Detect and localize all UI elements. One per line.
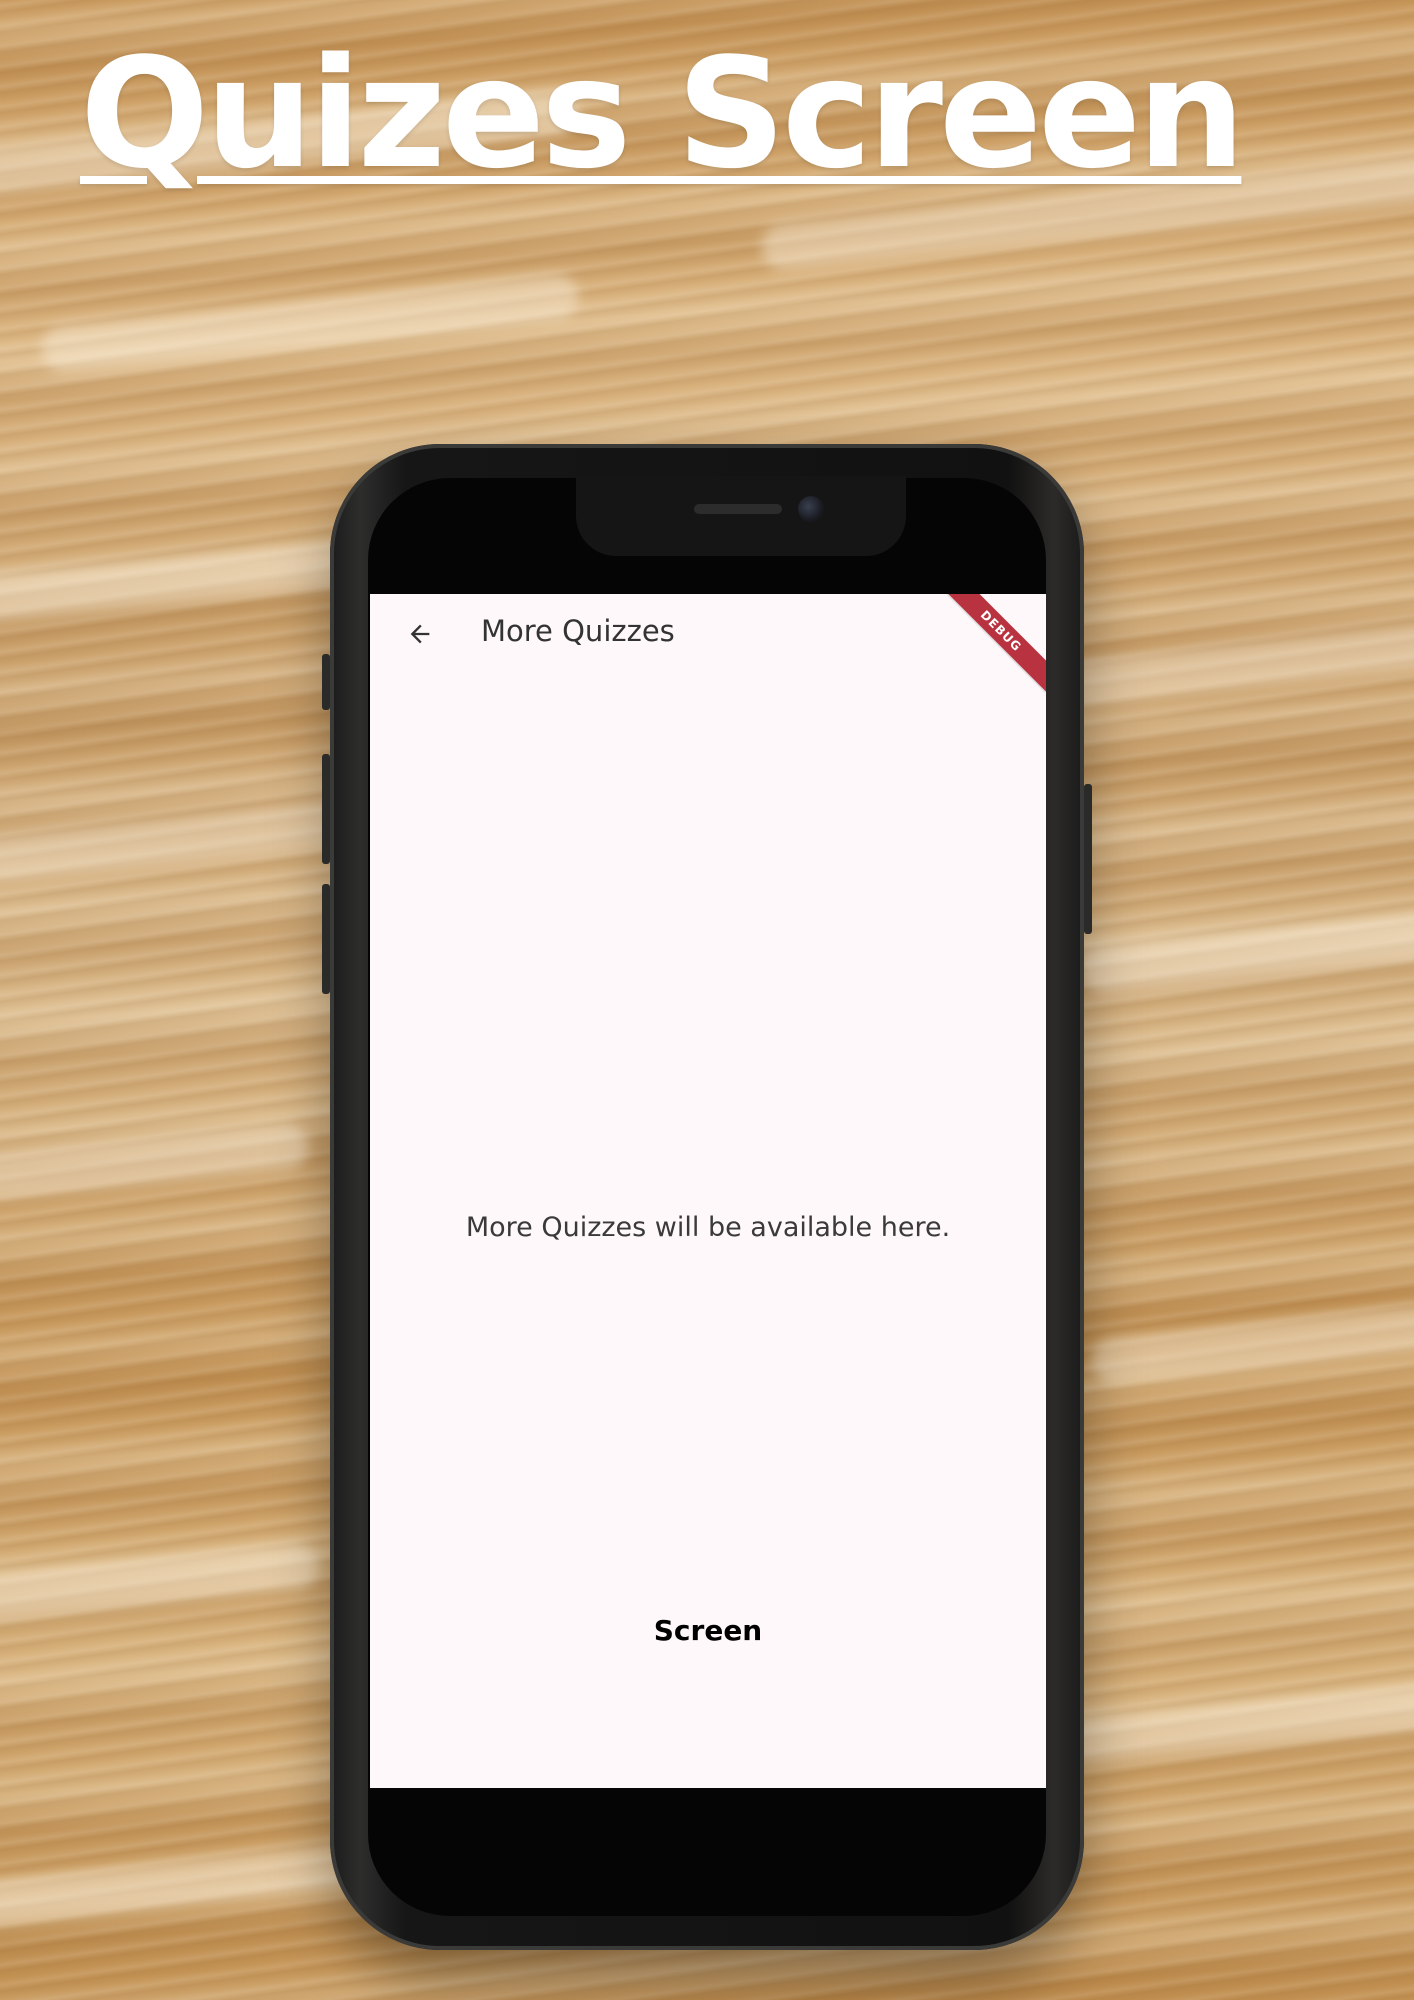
arrow-left-icon bbox=[410, 624, 430, 644]
screen-caption: Screen bbox=[653, 1614, 763, 1647]
earpiece-speaker bbox=[694, 504, 782, 514]
mute-switch bbox=[322, 654, 330, 710]
app-screen: More Quizzes DEBUG More Quizzes will be … bbox=[370, 594, 1046, 1788]
phone-notch bbox=[576, 476, 906, 556]
back-button[interactable] bbox=[398, 612, 442, 656]
empty-state-message: More Quizzes will be available here. bbox=[465, 1212, 951, 1243]
volume-up-button bbox=[322, 754, 330, 864]
front-camera bbox=[798, 496, 824, 522]
app-bar: More Quizzes bbox=[370, 594, 1046, 674]
page-heading: Quizes Screen bbox=[80, 25, 1245, 202]
power-button bbox=[1084, 784, 1092, 934]
app-bar-title: More Quizzes bbox=[481, 614, 675, 648]
volume-down-button bbox=[322, 884, 330, 994]
